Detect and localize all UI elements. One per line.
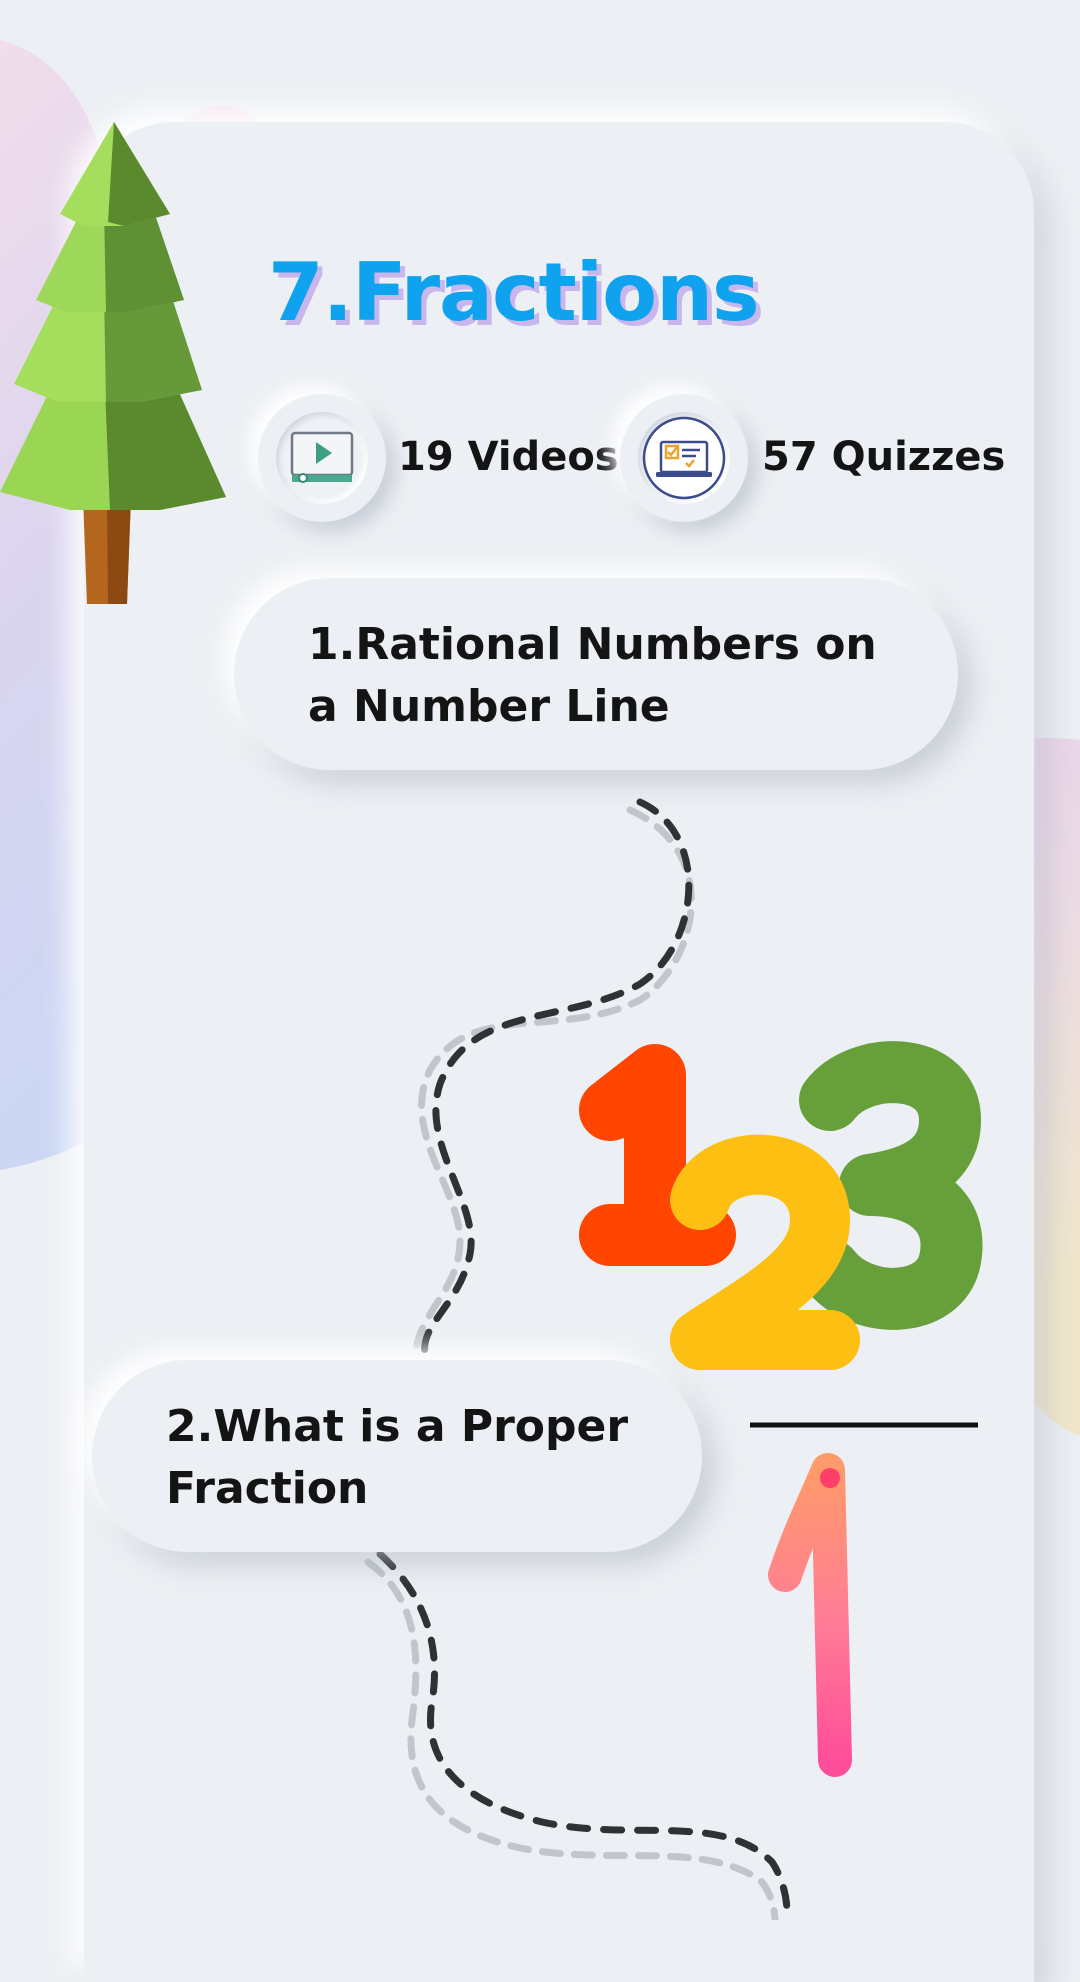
denominator-digit-1	[768, 1453, 852, 1777]
fraction-numbers-illustration	[579, 1041, 983, 1777]
digit-3	[799, 1041, 983, 1330]
